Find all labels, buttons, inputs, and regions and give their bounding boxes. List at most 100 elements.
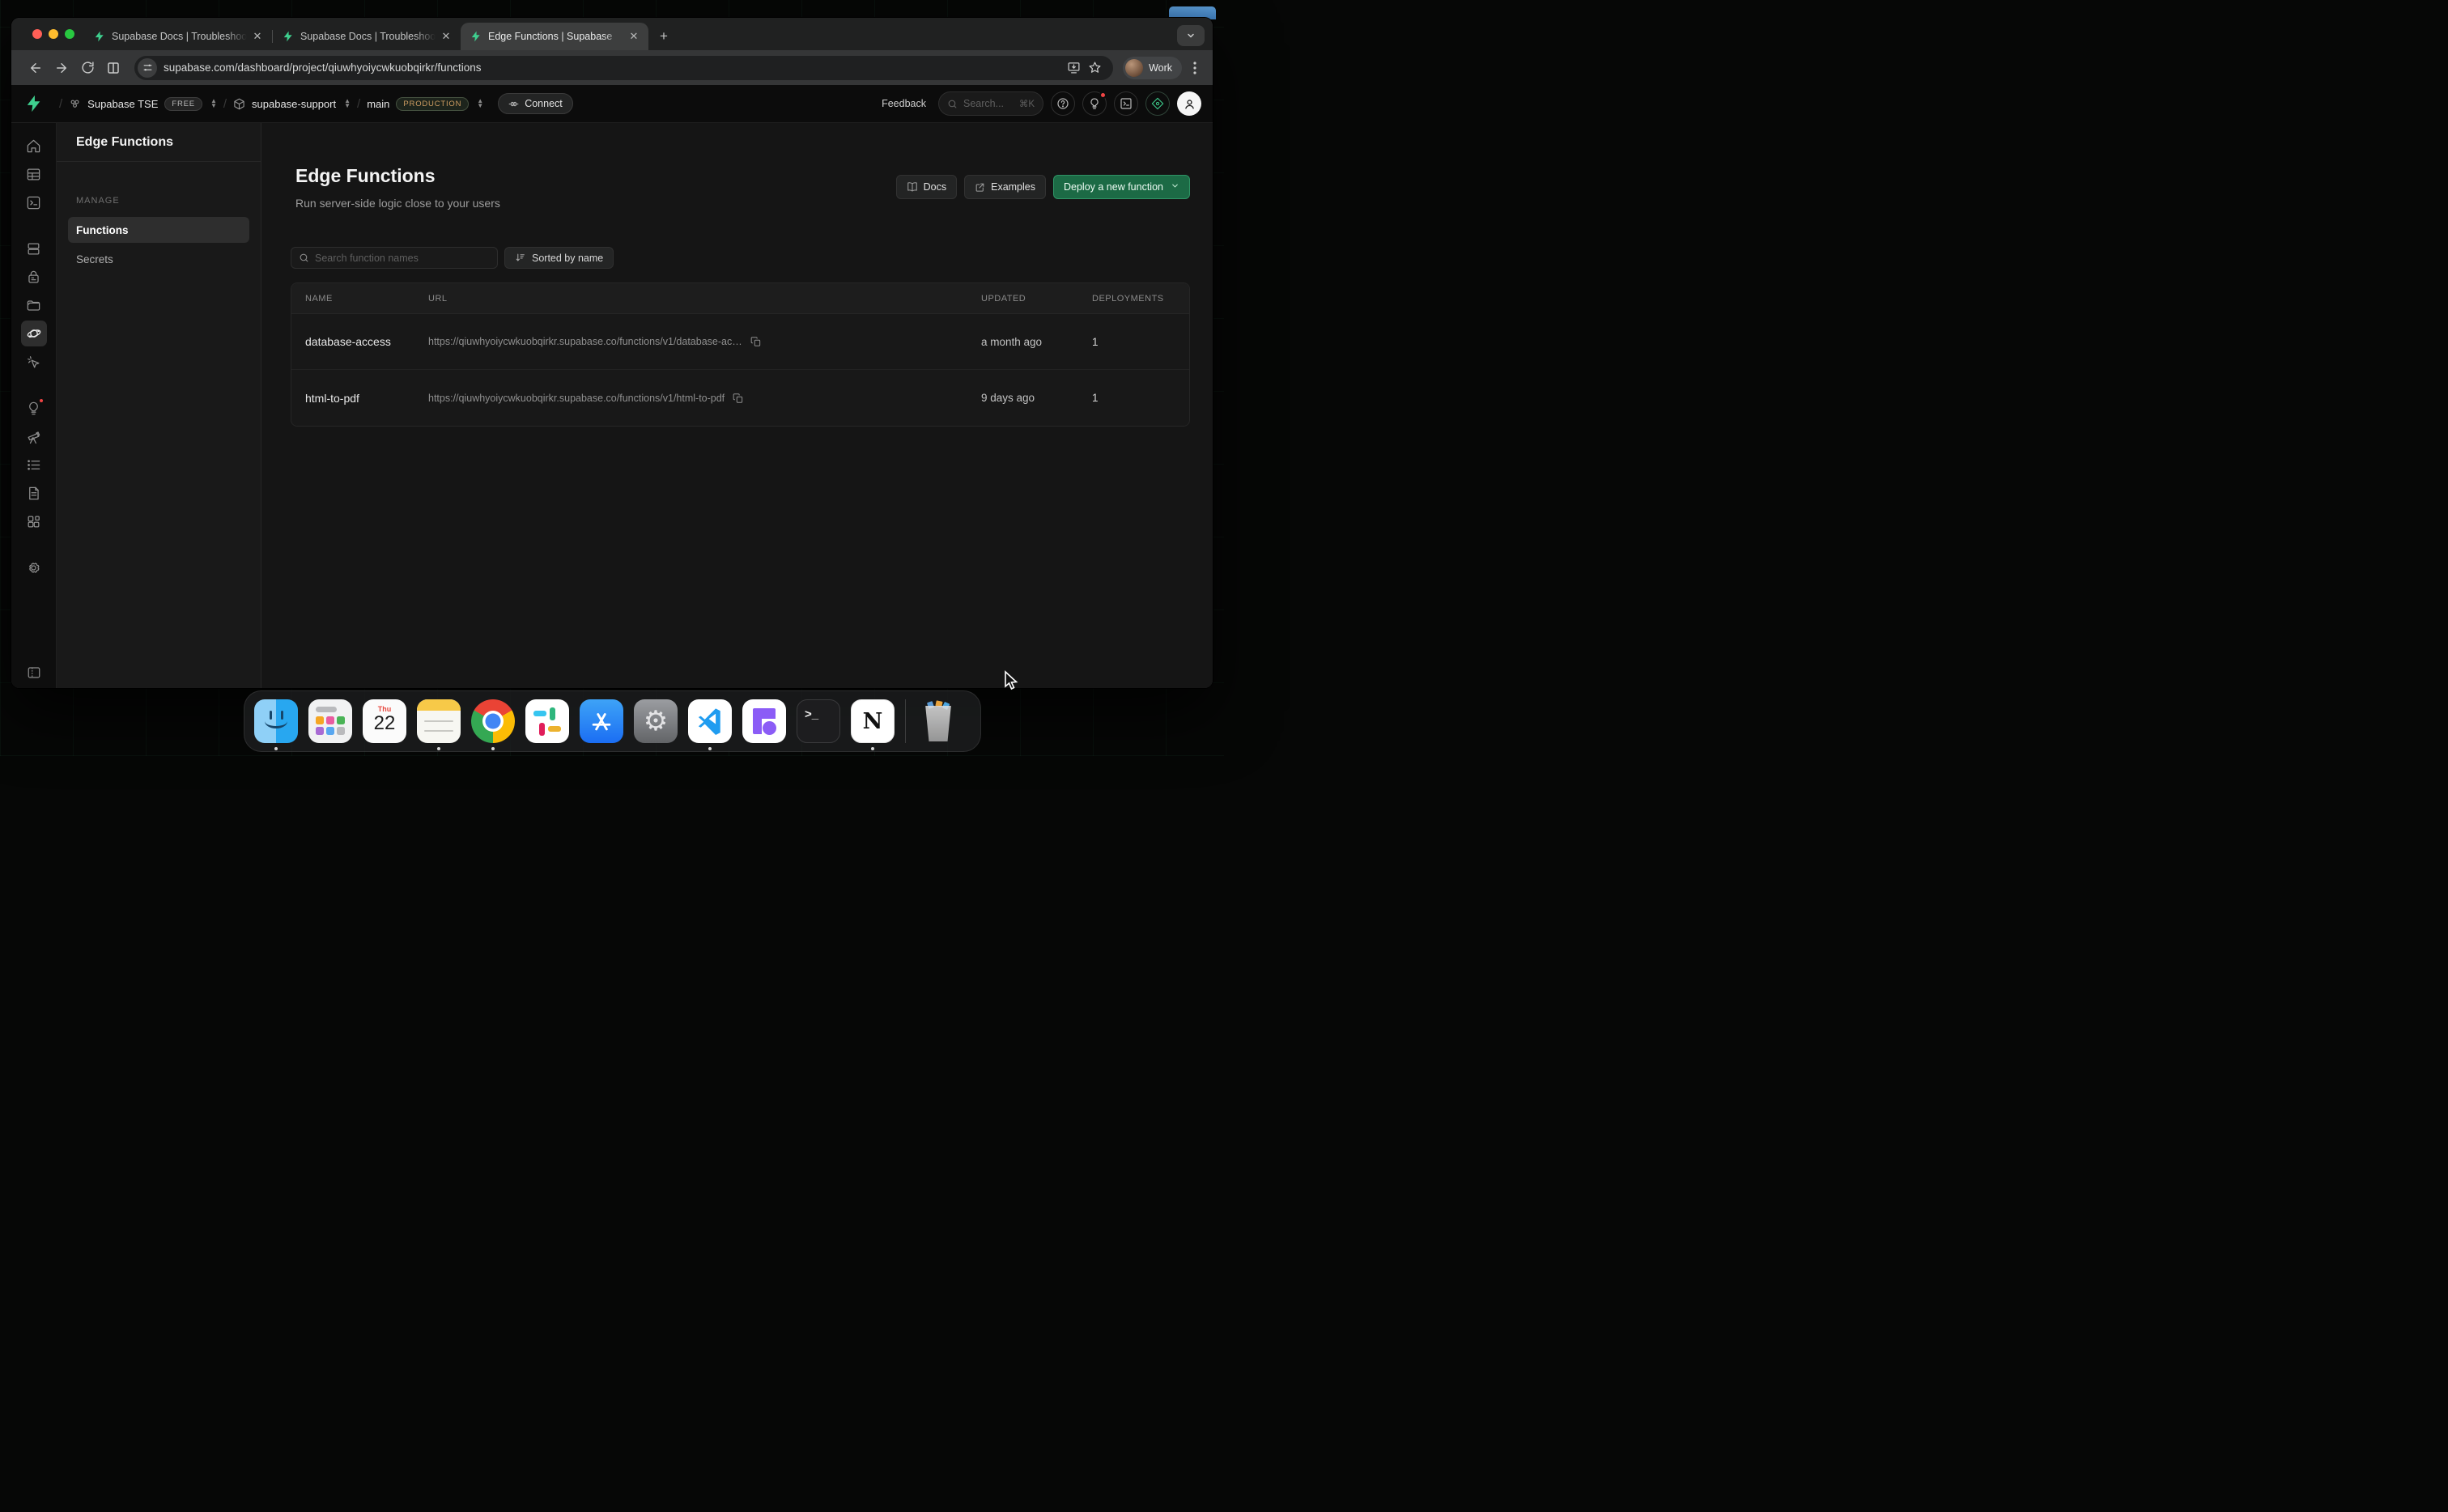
nav-table-editor[interactable]: [21, 161, 47, 187]
function-name[interactable]: html-to-pdf: [291, 392, 428, 405]
macos-dock: Thu 22: [244, 690, 981, 752]
tab-supabase-docs-1[interactable]: Supabase Docs | Troubleshoo ✕: [84, 23, 272, 50]
nav-edge-functions[interactable]: [21, 321, 47, 346]
tab-search-chevron-button[interactable]: [1177, 25, 1205, 46]
supabase-logo[interactable]: [25, 95, 43, 113]
install-app-button[interactable]: [1063, 57, 1084, 79]
bookmark-button[interactable]: [1084, 57, 1105, 79]
nav-logs[interactable]: [21, 452, 47, 478]
breadcrumb-separator: /: [223, 97, 227, 111]
zoom-window-button[interactable]: [65, 29, 74, 39]
sidebar-item-secrets[interactable]: Secrets: [68, 246, 249, 272]
table-row[interactable]: database-access https://qiuwhyoiycwkuobq…: [291, 314, 1189, 370]
function-search-input[interactable]: [315, 253, 490, 264]
project-switcher-chevrons[interactable]: ▲▼: [344, 99, 351, 108]
running-indicator: [871, 747, 874, 750]
copy-url-button[interactable]: [733, 393, 744, 404]
function-updated: 9 days ago: [981, 392, 1092, 404]
nav-api-docs[interactable]: [21, 480, 47, 506]
breadcrumb-org[interactable]: Supabase TSE FREE ▲▼: [69, 97, 217, 111]
function-search-field[interactable]: [291, 247, 498, 269]
dock-vscode[interactable]: [688, 699, 732, 743]
close-tab-icon[interactable]: ✕: [251, 30, 264, 43]
dock-calendar[interactable]: Thu 22: [363, 699, 406, 743]
ai-assistant-button[interactable]: [1145, 91, 1170, 116]
site-settings-button[interactable]: [138, 58, 157, 78]
chevron-down-icon: [1171, 181, 1179, 193]
help-button[interactable]: [1051, 91, 1075, 116]
close-window-button[interactable]: [32, 29, 42, 39]
terminal-button[interactable]: [1114, 91, 1138, 116]
dock-front[interactable]: [742, 699, 786, 743]
address-bar[interactable]: supabase.com/dashboard/project/qiuwhyoiy…: [134, 56, 1113, 80]
copy-url-button[interactable]: [750, 336, 762, 347]
side-panel-button[interactable]: [102, 57, 125, 79]
sidebar-item-functions[interactable]: Functions: [68, 217, 249, 243]
dock-finder[interactable]: [254, 699, 298, 743]
dock-launchpad[interactable]: [308, 699, 352, 743]
nav-database[interactable]: [21, 236, 47, 261]
browser-menu-button[interactable]: [1185, 57, 1205, 79]
nav-storage[interactable]: [21, 292, 47, 318]
collapse-sidebar-button[interactable]: [11, 665, 56, 680]
page-subtitle: Run server-side logic close to your user…: [295, 197, 500, 210]
dock-trash[interactable]: [916, 699, 960, 743]
new-tab-button[interactable]: +: [653, 26, 674, 47]
dock-chrome[interactable]: [471, 699, 515, 743]
tab-supabase-docs-2[interactable]: Supabase Docs | Troubleshoo ✕: [273, 23, 461, 50]
search-shortcut: ⌘K: [1019, 98, 1035, 109]
breadcrumb-project[interactable]: supabase-support ▲▼: [233, 98, 351, 110]
dock-terminal[interactable]: >_: [797, 699, 840, 743]
nav-project-settings[interactable]: [21, 554, 47, 580]
feedback-button[interactable]: Feedback: [882, 98, 926, 109]
sql-terminal-icon: [26, 195, 41, 210]
reload-button[interactable]: [76, 57, 99, 79]
dock-app-store[interactable]: [580, 699, 623, 743]
deploy-new-function-button[interactable]: Deploy a new function: [1053, 175, 1190, 199]
nav-realtime[interactable]: [21, 349, 47, 375]
dock-slack[interactable]: [525, 699, 569, 743]
docs-button[interactable]: Docs: [896, 175, 957, 199]
help-icon: [1056, 97, 1069, 110]
book-icon: [907, 181, 918, 193]
nav-authentication[interactable]: [21, 264, 47, 290]
browser-profile-chip[interactable]: Work: [1123, 57, 1182, 79]
forward-button[interactable]: [50, 57, 73, 79]
running-indicator: [491, 747, 495, 750]
user-avatar-button[interactable]: [1177, 91, 1201, 116]
home-icon: [26, 138, 41, 154]
tab-title: Supabase Docs | Troubleshoo: [300, 31, 440, 42]
branch-switcher-chevrons[interactable]: ▲▼: [477, 99, 483, 108]
url-text[interactable]: supabase.com/dashboard/project/qiuwhyoiy…: [164, 62, 1063, 74]
close-tab-icon[interactable]: ✕: [440, 30, 453, 43]
nav-home[interactable]: [21, 133, 47, 159]
connect-button[interactable]: Connect: [498, 93, 573, 114]
examples-button[interactable]: Examples: [964, 175, 1046, 199]
back-button[interactable]: [24, 57, 47, 79]
notifications-button[interactable]: [1082, 91, 1107, 116]
org-switcher-chevrons[interactable]: ▲▼: [210, 99, 217, 108]
table-row[interactable]: html-to-pdf https://qiuwhyoiycwkuobqirkr…: [291, 370, 1189, 426]
vscode-icon: [688, 699, 732, 743]
window-controls: [11, 18, 84, 50]
trash-icon: [916, 699, 960, 743]
tab-edge-functions-active[interactable]: Edge Functions | Supabase ✕: [461, 23, 648, 50]
dock-notion[interactable]: N: [851, 699, 895, 743]
minimize-window-button[interactable]: [49, 29, 58, 39]
close-tab-icon[interactable]: ✕: [627, 30, 640, 43]
nav-sql-editor[interactable]: [21, 189, 47, 215]
global-search-button[interactable]: Search... ⌘K: [938, 91, 1043, 116]
sort-button[interactable]: Sorted by name: [504, 247, 614, 269]
nav-integrations[interactable]: [21, 508, 47, 534]
nav-reports[interactable]: [21, 423, 47, 449]
column-name: NAME: [291, 294, 428, 304]
dock-system-settings[interactable]: ⚙: [634, 699, 678, 743]
nav-advisors[interactable]: [21, 395, 47, 421]
dock-notes[interactable]: [417, 699, 461, 743]
breadcrumb-branch[interactable]: main PRODUCTION ▲▼: [367, 97, 483, 111]
profile-name: Work: [1149, 62, 1172, 74]
function-name[interactable]: database-access: [291, 335, 428, 348]
function-deployments: 1: [1092, 392, 1189, 404]
org-plan-badge: FREE: [164, 97, 202, 111]
header-actions: Feedback Search... ⌘K: [882, 91, 1201, 116]
